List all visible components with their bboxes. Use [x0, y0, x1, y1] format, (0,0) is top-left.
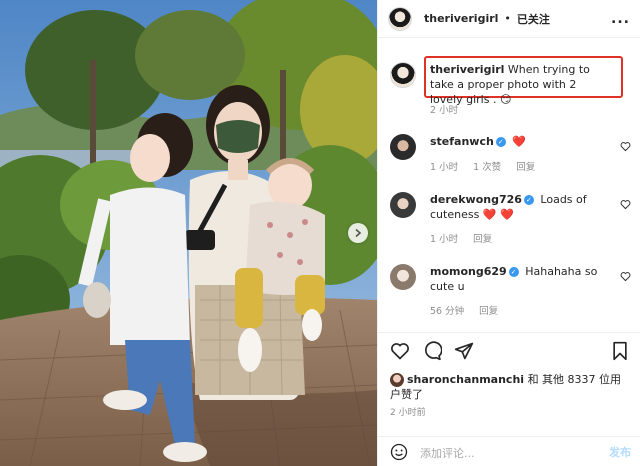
caption-body: theriverigirl When trying to take a prop… — [430, 62, 612, 107]
comment-body: derekwong726 ✓ Loads of cuteness ❤️ ❤️ — [430, 192, 612, 222]
avatar[interactable] — [390, 264, 416, 290]
comment-time: 2 小时 — [430, 105, 459, 116]
liker-username[interactable]: sharonchanmanchi — [407, 373, 524, 386]
avatar[interactable] — [390, 373, 404, 387]
heart-icon[interactable] — [620, 141, 631, 152]
comment-body: momong629 ✓ Hahahaha so cute u — [430, 264, 612, 294]
comment-time: 1 小时 — [430, 234, 459, 245]
post-sidebar: theriverigirl • 已关注 ... theriverigirl Wh… — [377, 0, 640, 466]
comment-time: 1 小时 — [430, 162, 459, 173]
reply-button[interactable]: 回复 — [479, 306, 498, 317]
emoji-icon[interactable] — [390, 443, 408, 461]
heart-icon[interactable] — [390, 341, 410, 361]
avatar[interactable] — [390, 134, 416, 160]
comment-username[interactable]: theriverigirl — [430, 63, 504, 76]
avatar[interactable] — [390, 62, 416, 88]
avatar[interactable] — [390, 192, 416, 218]
post-time[interactable]: 2 小时前 — [390, 405, 426, 418]
comment-body: stefanwch ✓ ❤️ — [430, 134, 612, 149]
comment-icon[interactable] — [422, 341, 442, 361]
post-photo[interactable] — [0, 0, 377, 466]
avatar[interactable] — [388, 6, 412, 31]
comment-username[interactable]: derekwong726 — [430, 193, 522, 206]
comment-meta: 56 分钟 回复 — [430, 303, 510, 317]
verified-badge-icon: ✓ — [508, 266, 519, 277]
add-comment-bar: 添加评论... 发布 — [378, 436, 640, 466]
action-bar — [378, 332, 640, 368]
comment-meta: 1 小时 回复 — [430, 231, 504, 245]
comment-meta: 1 小时 1 次赞 回复 — [430, 159, 547, 173]
comment-text: ❤️ — [512, 135, 527, 148]
photo-illustration — [0, 0, 377, 466]
comment-username[interactable]: stefanwch — [430, 135, 494, 148]
comment-likes-count[interactable]: 1 次赞 — [473, 162, 501, 173]
follow-status-button[interactable]: 已关注 — [517, 11, 550, 27]
verified-badge-icon: ✓ — [495, 136, 506, 147]
likes-summary: sharonchanmanchi 和 其他 8337 位用户赞了 — [390, 372, 630, 402]
separator-dot: • — [504, 12, 511, 25]
comment-meta: 2 小时 — [430, 102, 470, 116]
bookmark-icon[interactable] — [610, 341, 630, 361]
post-header: theriverigirl • 已关注 ... — [378, 0, 640, 38]
comment-username[interactable]: momong629 — [430, 265, 507, 278]
more-options-button[interactable]: ... — [611, 11, 630, 27]
chevron-right-icon — [355, 228, 362, 238]
post-comment-button[interactable]: 发布 — [609, 444, 631, 460]
reply-button[interactable]: 回复 — [473, 234, 492, 245]
comment-time: 56 分钟 — [430, 306, 465, 317]
verified-badge-icon: ✓ — [523, 194, 534, 205]
next-photo-button[interactable] — [348, 223, 368, 243]
comment-input[interactable]: 添加评论... — [420, 445, 475, 461]
instagram-post: theriverigirl • 已关注 ... theriverigirl Wh… — [0, 0, 640, 466]
heart-icon[interactable] — [620, 271, 631, 282]
heart-icon[interactable] — [620, 199, 631, 210]
header-username[interactable]: theriverigirl — [424, 12, 498, 25]
reply-button[interactable]: 回复 — [516, 162, 535, 173]
share-icon[interactable] — [454, 341, 474, 361]
